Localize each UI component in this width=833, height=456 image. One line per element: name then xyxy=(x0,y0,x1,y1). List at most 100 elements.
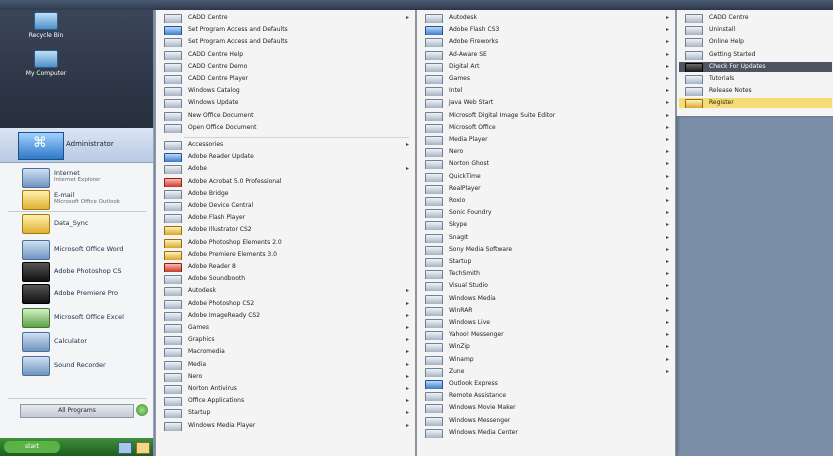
menu-item-games[interactable]: Games ▸ xyxy=(419,74,673,84)
menu-item-office-applications[interactable]: Office Applications ▸ xyxy=(158,396,413,407)
pinned-item-microsoft-office-excel[interactable]: Microsoft Office Excel xyxy=(4,306,152,328)
start-button[interactable]: start xyxy=(4,441,60,453)
pinned-item-adobe-premiere-pro[interactable]: Adobe Premiere Pro xyxy=(4,282,152,304)
menu-item-visual-studio[interactable]: Visual Studio ▸ xyxy=(419,281,673,292)
menu-item-autodesk[interactable]: Autodesk ▸ xyxy=(158,286,413,297)
menu-item-techsmith[interactable]: TechSmith ▸ xyxy=(419,269,673,280)
menu-item-cadd-centre-player[interactable]: CADD Centre Player xyxy=(158,74,413,84)
menu-item-cadd-centre[interactable]: CADD Centre ▸ xyxy=(158,13,413,23)
menu-item-adobe-imageready-cs2[interactable]: Adobe ImageReady CS2 ▸ xyxy=(158,311,413,321)
menu-item-snagit[interactable]: SnagIt ▸ xyxy=(419,233,673,243)
menu-item-adobe-fireworks[interactable]: Adobe Fireworks ▸ xyxy=(419,37,673,48)
quicklaunch-explorer-icon[interactable] xyxy=(118,442,132,454)
menu-item-windows-media[interactable]: Windows Media ▸ xyxy=(419,294,673,304)
menu-item-adobe-device-central[interactable]: Adobe Device Central xyxy=(158,201,413,211)
menu-item-media[interactable]: Media ▸ xyxy=(158,360,413,370)
menu-item-remote-assistance[interactable]: Remote Assistance xyxy=(419,391,673,402)
menu-item-games[interactable]: Games ▸ xyxy=(158,323,413,333)
menu-item-windows-media-player[interactable]: Windows Media Player ▸ xyxy=(158,421,413,431)
menu-item-norton-ghost[interactable]: Norton Ghost ▸ xyxy=(419,159,673,170)
pinned-item-internet[interactable]: Internet Internet Explorer xyxy=(4,166,152,188)
menu-item-adobe-premiere-elements-3-0[interactable]: Adobe Premiere Elements 3.0 xyxy=(158,250,413,260)
menu-item-windows-messenger[interactable]: Windows Messenger xyxy=(419,416,673,426)
all-programs-arrow-icon[interactable] xyxy=(136,404,148,416)
menu-item-ad-aware-se[interactable]: Ad-Aware SE ▸ xyxy=(419,50,673,60)
menu-item-windows-media-center[interactable]: Windows Media Center xyxy=(419,428,673,438)
menu-item-release-notes[interactable]: Release Notes xyxy=(679,86,832,97)
menu-item-adobe-acrobat-5-0-professional[interactable]: Adobe Acrobat 5.0 Professional xyxy=(158,177,413,187)
user-avatar[interactable] xyxy=(18,132,64,160)
pinned-item-sound-recorder[interactable]: Sound Recorder xyxy=(4,354,152,376)
menu-item-sonic-foundry[interactable]: Sonic Foundry ▸ xyxy=(419,208,673,219)
pinned-item-calculator[interactable]: Calculator xyxy=(4,330,152,352)
menu-item-sony-media-software[interactable]: Sony Media Software ▸ xyxy=(419,245,673,255)
menu-item-uninstall[interactable]: Uninstall xyxy=(679,25,832,36)
desktop-icon-recycle-bin[interactable]: Recycle Bin xyxy=(16,12,76,39)
menu-item-adobe-flash-player[interactable]: Adobe Flash Player xyxy=(158,213,413,224)
menu-item-winrar[interactable]: WinRAR ▸ xyxy=(419,306,673,316)
menu-item-winamp[interactable]: Winamp ▸ xyxy=(419,355,673,365)
menu-item-microsoft-digital-image-suite-editor[interactable]: Microsoft Digital Image Suite Editor ▸ xyxy=(419,111,673,121)
menu-item-tutorials[interactable]: Tutorials xyxy=(679,74,832,84)
menu-item-adobe-reader-8[interactable]: Adobe Reader 8 xyxy=(158,262,413,272)
menu-item-yahoo-messenger[interactable]: Yahoo! Messenger ▸ xyxy=(419,330,673,341)
menu-item-online-help[interactable]: Online Help xyxy=(679,37,832,48)
menu-item-register[interactable]: Register xyxy=(679,98,832,109)
menu-item-cadd-centre[interactable]: CADD Centre xyxy=(679,13,832,23)
menu-item-startup[interactable]: Startup ▸ xyxy=(419,257,673,267)
menu-item-norton-antivirus[interactable]: Norton Antivirus ▸ xyxy=(158,384,413,394)
menu-item-accessories[interactable]: Accessories ▸ xyxy=(158,140,413,150)
submenu-arrow-icon: ▸ xyxy=(665,75,669,82)
menu-item-adobe-illustrator-cs2[interactable]: Adobe Illustrator CS2 xyxy=(158,225,413,236)
menu-item-adobe-bridge[interactable]: Adobe Bridge xyxy=(158,189,413,199)
menu-item-windows-catalog[interactable]: Windows Catalog xyxy=(158,86,413,97)
desktop-icon-computer[interactable]: My Computer xyxy=(16,50,76,77)
pinned-item-data-sync[interactable]: Data_Sync xyxy=(4,212,152,234)
menu-item-realplayer[interactable]: RealPlayer ▸ xyxy=(419,184,673,194)
menu-item-media-player[interactable]: Media Player ▸ xyxy=(419,135,673,145)
menu-item-outlook-express[interactable]: Outlook Express xyxy=(419,379,673,389)
menu-item-digital-art[interactable]: Digital Art ▸ xyxy=(419,62,673,72)
menu-item-startup[interactable]: Startup ▸ xyxy=(158,408,413,419)
menu-item-roxio[interactable]: Roxio ▸ xyxy=(419,196,673,206)
menu-item-new-office-document[interactable]: New Office Document xyxy=(158,111,413,121)
menu-item-adobe-photoshop-cs2[interactable]: Adobe Photoshop CS2 ▸ xyxy=(158,299,413,309)
menu-item-cadd-centre-demo[interactable]: CADD Centre Demo xyxy=(158,62,413,72)
menu-item-label: Autodesk xyxy=(188,287,217,295)
program-icon xyxy=(425,136,443,145)
all-programs-button[interactable]: All Programs xyxy=(20,404,134,418)
menu-item-nero[interactable]: Nero ▸ xyxy=(158,372,413,382)
menu-item-quicktime[interactable]: QuickTime ▸ xyxy=(419,172,673,182)
pinned-item-microsoft-office-word[interactable]: Microsoft Office Word xyxy=(4,238,152,260)
menu-item-microsoft-office[interactable]: Microsoft Office ▸ xyxy=(419,123,673,133)
menu-item-adobe-photoshop-elements-2-0[interactable]: Adobe Photoshop Elements 2.0 xyxy=(158,238,413,248)
menu-item-zune[interactable]: Zune ▸ xyxy=(419,367,673,377)
pinned-item-subtitle: Internet Explorer xyxy=(54,177,101,183)
menu-item-java-web-start[interactable]: Java Web Start ▸ xyxy=(419,98,673,109)
menu-item-check-for-updates[interactable]: Check For Updates xyxy=(679,61,832,72)
menu-item-intel[interactable]: Intel ▸ xyxy=(419,86,673,97)
pinned-item-e-mail[interactable]: E-mail Microsoft Office Outlook xyxy=(4,188,152,210)
menu-item-winzip[interactable]: WinZip ▸ xyxy=(419,342,673,353)
menu-item-windows-movie-maker[interactable]: Windows Movie Maker xyxy=(419,403,673,414)
program-icon xyxy=(425,148,443,158)
quicklaunch-folder-icon[interactable] xyxy=(136,442,150,454)
menu-item-macromedia[interactable]: Macromedia ▸ xyxy=(158,347,413,358)
menu-item-adobe[interactable]: Adobe ▸ xyxy=(158,164,413,175)
menu-item-getting-started[interactable]: Getting Started xyxy=(679,50,832,60)
menu-item-set-program-access-and-defaults[interactable]: Set Program Access and Defaults xyxy=(158,37,413,48)
menu-item-adobe-reader-update[interactable]: Adobe Reader Update xyxy=(158,152,413,163)
menu-item-label: Windows Media xyxy=(449,294,496,302)
menu-item-set-program-access-and-defaults[interactable]: Set Program Access and Defaults xyxy=(158,25,413,36)
menu-item-cadd-centre-help[interactable]: CADD Centre Help xyxy=(158,50,413,60)
menu-item-windows-update[interactable]: Windows Update xyxy=(158,98,413,109)
pinned-item-adobe-photoshop-cs[interactable]: Adobe Photoshop CS xyxy=(4,260,152,282)
menu-item-windows-live[interactable]: Windows Live ▸ xyxy=(419,318,673,328)
menu-item-adobe-flash-cs3[interactable]: Adobe Flash CS3 ▸ xyxy=(419,25,673,36)
menu-item-adobe-soundbooth[interactable]: Adobe Soundbooth xyxy=(158,274,413,285)
menu-item-nero[interactable]: Nero ▸ xyxy=(419,147,673,158)
menu-item-open-office-document[interactable]: Open Office Document xyxy=(158,123,413,133)
menu-item-autodesk[interactable]: Autodesk ▸ xyxy=(419,13,673,23)
menu-item-graphics[interactable]: Graphics ▸ xyxy=(158,335,413,346)
menu-item-skype[interactable]: Skype ▸ xyxy=(419,220,673,231)
